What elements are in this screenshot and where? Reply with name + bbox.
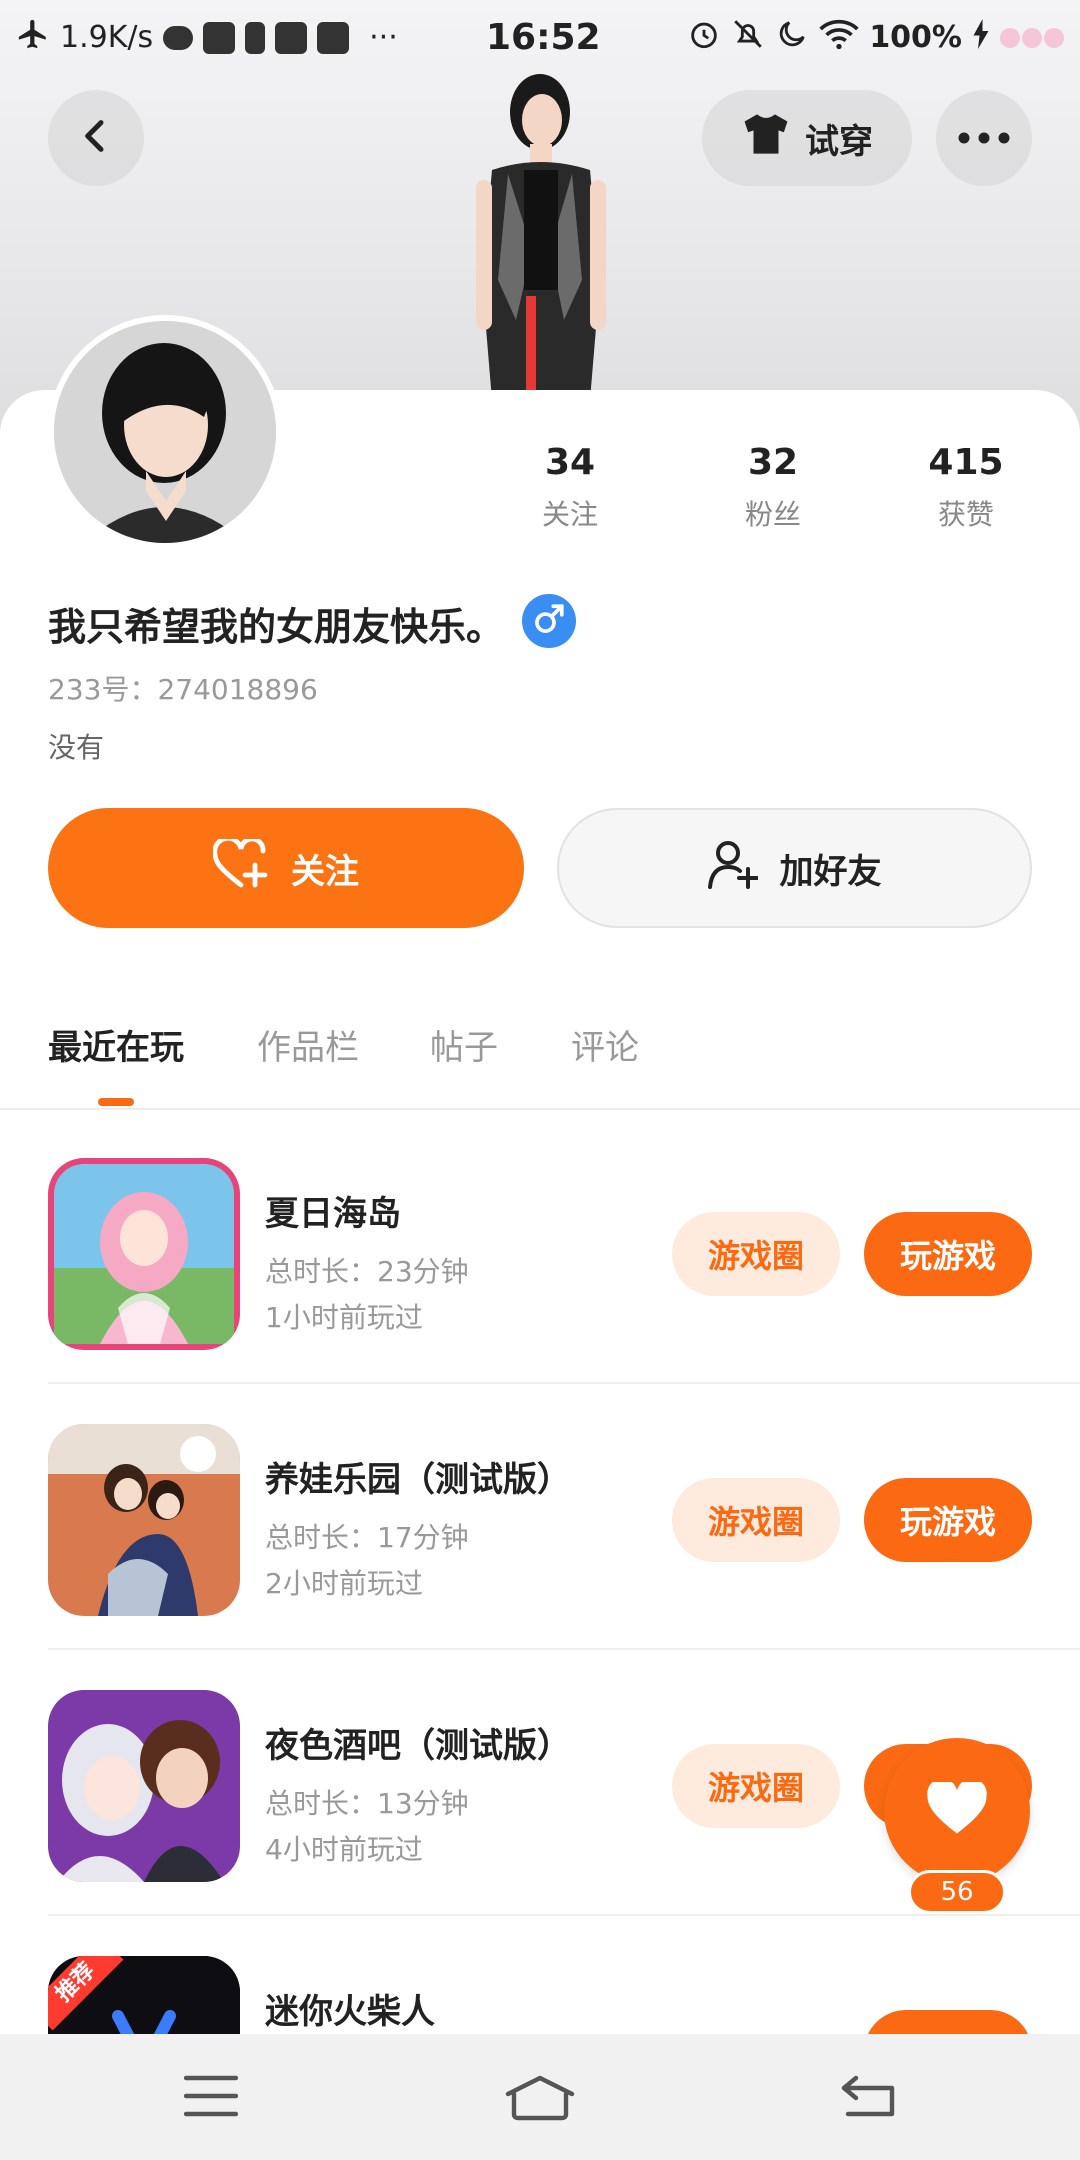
stat-likes-label: 获赞	[937, 498, 994, 531]
airplane-mode-icon	[16, 17, 50, 59]
game-last-played: 1小时前玩过	[265, 1301, 423, 1334]
profile-stats: 34 关注 32 粉丝 415 获赞	[500, 442, 1060, 542]
stat-likes[interactable]: 415 获赞	[896, 442, 1036, 533]
sim-icon	[275, 21, 308, 54]
stat-following-value: 34	[544, 442, 596, 483]
bio: 没有	[48, 731, 105, 764]
return-icon[interactable]	[840, 2074, 896, 2122]
game-circle-button[interactable]: 游戏圈	[672, 1478, 840, 1562]
heart-plus-icon	[212, 835, 269, 898]
music-app-icon	[317, 21, 350, 54]
network-speed: 1.9K/s	[60, 20, 154, 55]
row-divider	[48, 1648, 1080, 1650]
status-bar: 1.9K/s ··· 16:52 100%	[0, 0, 1080, 75]
moon-icon	[775, 17, 809, 59]
play-game-button[interactable]: 玩游戏	[864, 1478, 1032, 1562]
game-name: 夜色酒吧（测试版）	[265, 1726, 571, 1766]
stat-following[interactable]: 34 关注	[500, 442, 640, 533]
tab-comments[interactable]: 评论	[571, 1020, 639, 1069]
stat-followers[interactable]: 32 粉丝	[703, 442, 843, 533]
game-duration: 总时长：13分钟	[265, 1787, 469, 1820]
nickname: 我只希望我的女朋友快乐。	[48, 605, 505, 649]
try-on-button[interactable]: 试穿	[702, 90, 912, 186]
avatar[interactable]	[48, 315, 282, 549]
home-icon[interactable]	[504, 2074, 576, 2126]
game-circle-button[interactable]: 游戏圈	[672, 1744, 840, 1828]
game-circle-button[interactable]: 游戏圈	[672, 1212, 840, 1296]
row-divider	[48, 1382, 1080, 1384]
alarm-icon	[687, 17, 721, 59]
tabs-divider	[0, 1108, 1080, 1110]
row-divider	[48, 1914, 1080, 1916]
game-name: 夏日海岛	[265, 1194, 401, 1234]
follow-label: 关注	[291, 851, 359, 892]
more-dots-icon	[958, 129, 1010, 148]
stat-following-label: 关注	[541, 498, 598, 531]
male-symbol-icon	[532, 602, 566, 640]
stat-likes-value: 415	[928, 442, 1004, 483]
play-app-icon	[203, 21, 236, 54]
charging-icon	[972, 18, 990, 57]
tshirt-icon	[741, 112, 791, 165]
character-badges-icon	[1000, 27, 1064, 48]
game-icon-summer-island[interactable]	[48, 1158, 240, 1350]
game-duration: 总时长：17分钟	[265, 1521, 469, 1554]
system-navigation-bar	[0, 2034, 1080, 2160]
mute-icon	[731, 17, 765, 59]
game-row[interactable]: 推荐 迷你火柴人	[0, 1956, 1080, 2036]
chevron-left-icon	[76, 116, 116, 160]
floating-like-button[interactable]	[884, 1738, 1030, 1884]
gender-badge	[522, 594, 576, 648]
game-last-played: 2小时前玩过	[265, 1567, 423, 1600]
clock: 16:52	[486, 17, 601, 58]
play-game-button-partial[interactable]	[864, 2010, 1032, 2036]
game-icon-night-bar[interactable]	[48, 1690, 240, 1882]
avatar-3d-figure	[440, 70, 640, 400]
game-last-played: 4小时前玩过	[265, 1833, 423, 1866]
battery-level: 100%	[869, 20, 962, 55]
game-row[interactable]: 养娃乐园（测试版） 总时长：17分钟 2小时前玩过 游戏圈 玩游戏	[0, 1424, 1080, 1690]
user-id: 233号：274018896	[48, 673, 318, 706]
game-name: 迷你火柴人	[265, 1992, 435, 2032]
cloud-icon	[163, 25, 194, 50]
heart-icon	[927, 1778, 987, 1840]
follow-button[interactable]: 关注	[48, 808, 524, 928]
game-row[interactable]: 夏日海岛 总时长：23分钟 1小时前玩过 游戏圈 玩游戏	[0, 1158, 1080, 1424]
play-game-button[interactable]: 玩游戏	[864, 1212, 1032, 1296]
tab-posts[interactable]: 帖子	[430, 1020, 498, 1069]
stat-followers-value: 32	[747, 442, 799, 483]
tab-works[interactable]: 作品栏	[257, 1020, 359, 1069]
game-icon-baby-park[interactable]	[48, 1424, 240, 1616]
add-friend-label: 加好友	[779, 851, 882, 892]
like-count-badge: 56	[908, 1870, 1006, 1914]
more-notifications: ···	[369, 20, 398, 55]
wifi-icon	[819, 17, 859, 59]
add-friend-button[interactable]: 加好友	[557, 808, 1032, 928]
more-options-button[interactable]	[936, 90, 1032, 186]
back-button[interactable]	[48, 90, 144, 186]
game-duration: 总时长：23分钟	[265, 1255, 469, 1288]
person-plus-icon	[707, 839, 759, 898]
phone-icon	[245, 21, 266, 54]
tab-recently-played[interactable]: 最近在玩	[48, 1020, 184, 1069]
menu-icon[interactable]	[183, 2074, 239, 2122]
game-name: 养娃乐园（测试版）	[265, 1460, 571, 1500]
try-on-label: 试穿	[805, 121, 873, 162]
active-tab-indicator	[98, 1098, 134, 1106]
game-icon-mini-stickman[interactable]: 推荐	[48, 1956, 240, 2036]
stat-followers-label: 粉丝	[744, 498, 801, 531]
